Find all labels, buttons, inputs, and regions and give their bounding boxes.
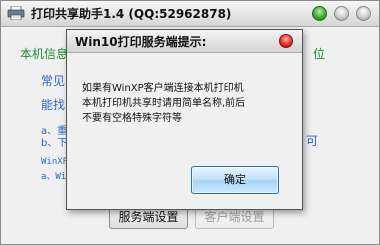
- info-suffix: 位: [313, 47, 326, 61]
- dialog-close-icon[interactable]: [279, 34, 293, 48]
- message-line-2: 本机打印机共享时请用简单名称,前后: [82, 98, 246, 109]
- window-title: 打印共享助手1.4 (QQ:52962878): [31, 7, 232, 21]
- ok-button[interactable]: 确定: [191, 166, 279, 194]
- maximize-button[interactable]: [334, 6, 349, 21]
- notice-dialog: Win10打印服务端提示: 如果有WinXP客户端连接本机打印机 本机打印机共享…: [66, 29, 303, 210]
- step-b-text: b、下: [41, 138, 68, 149]
- message-line-3: 不要有空格特殊字符等: [82, 113, 182, 124]
- dialog-titlebar[interactable]: Win10打印服务端提示:: [67, 30, 302, 53]
- main-titlebar[interactable]: 打印共享助手1.4 (QQ:52962878): [1, 1, 379, 27]
- message-line-1: 如果有WinXP客户端连接本机打印机: [82, 83, 244, 94]
- winxp-sub-text: a、Wi: [41, 172, 67, 182]
- common-label: 常见: [41, 74, 66, 88]
- dialog-message: 如果有WinXP客户端连接本机打印机 本机打印机共享时请用简单名称,前后 不要有…: [82, 81, 294, 126]
- info-label: 本机信息: [20, 47, 69, 61]
- winxp-text: WinXP: [41, 157, 69, 167]
- step-b-suffix: 可: [306, 134, 319, 148]
- printer-icon: [7, 6, 25, 20]
- close-button[interactable]: [356, 6, 371, 21]
- minimize-button[interactable]: [312, 6, 327, 21]
- can-find-label: 能找: [41, 98, 66, 112]
- dialog-title: Win10打印服务端提示:: [75, 35, 207, 49]
